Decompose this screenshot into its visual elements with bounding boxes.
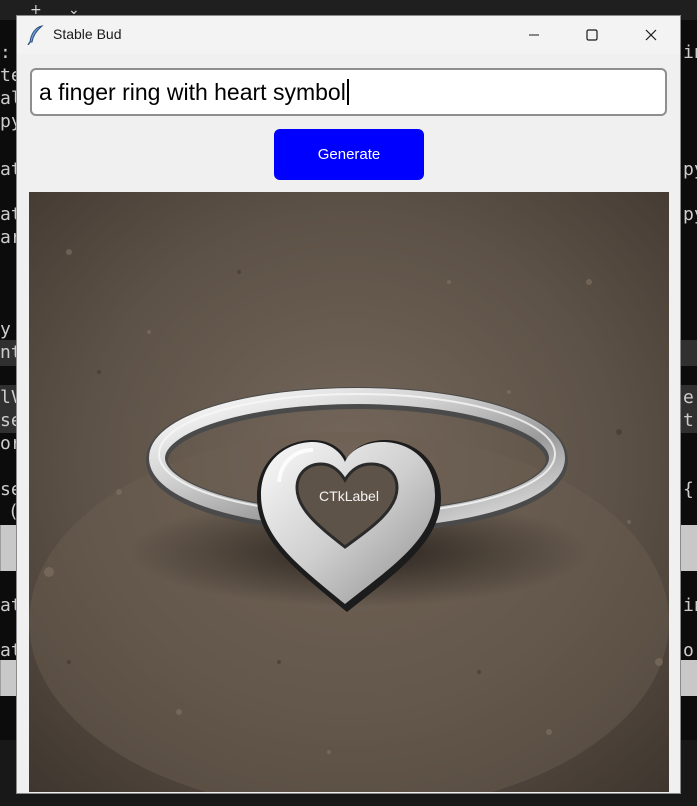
generated-image: CTkLabel	[29, 192, 669, 792]
title-bar[interactable]: Stable Bud	[17, 16, 680, 54]
terminal-text: in	[683, 595, 697, 616]
minimize-icon	[528, 29, 540, 41]
terminal-text: in	[683, 42, 697, 63]
terminal-text: {:	[683, 479, 697, 500]
terminal-text: py	[683, 204, 697, 225]
maximize-icon	[586, 29, 598, 41]
generate-button[interactable]: Generate	[274, 129, 424, 180]
maximize-button[interactable]	[563, 16, 621, 54]
terminal-text: er	[683, 387, 697, 408]
feather-icon	[27, 25, 45, 46]
app-window: Stable Bud a finger ring with heart symb…	[16, 15, 681, 794]
terminal-text: py	[683, 159, 697, 180]
image-label: CTkLabel	[319, 488, 379, 504]
close-button[interactable]	[622, 16, 680, 54]
close-icon	[645, 29, 657, 41]
terminal-text: t	[683, 410, 694, 431]
prompt-input[interactable]: a finger ring with heart symbol	[30, 68, 667, 116]
terminal-text: or	[683, 640, 697, 661]
minimize-button[interactable]	[505, 16, 563, 54]
terminal-text: :	[0, 42, 11, 63]
prompt-input-value: a finger ring with heart symbol	[39, 79, 346, 105]
text-cursor	[346, 79, 349, 105]
terminal-text: y	[0, 319, 11, 340]
window-title: Stable Bud	[53, 26, 122, 42]
